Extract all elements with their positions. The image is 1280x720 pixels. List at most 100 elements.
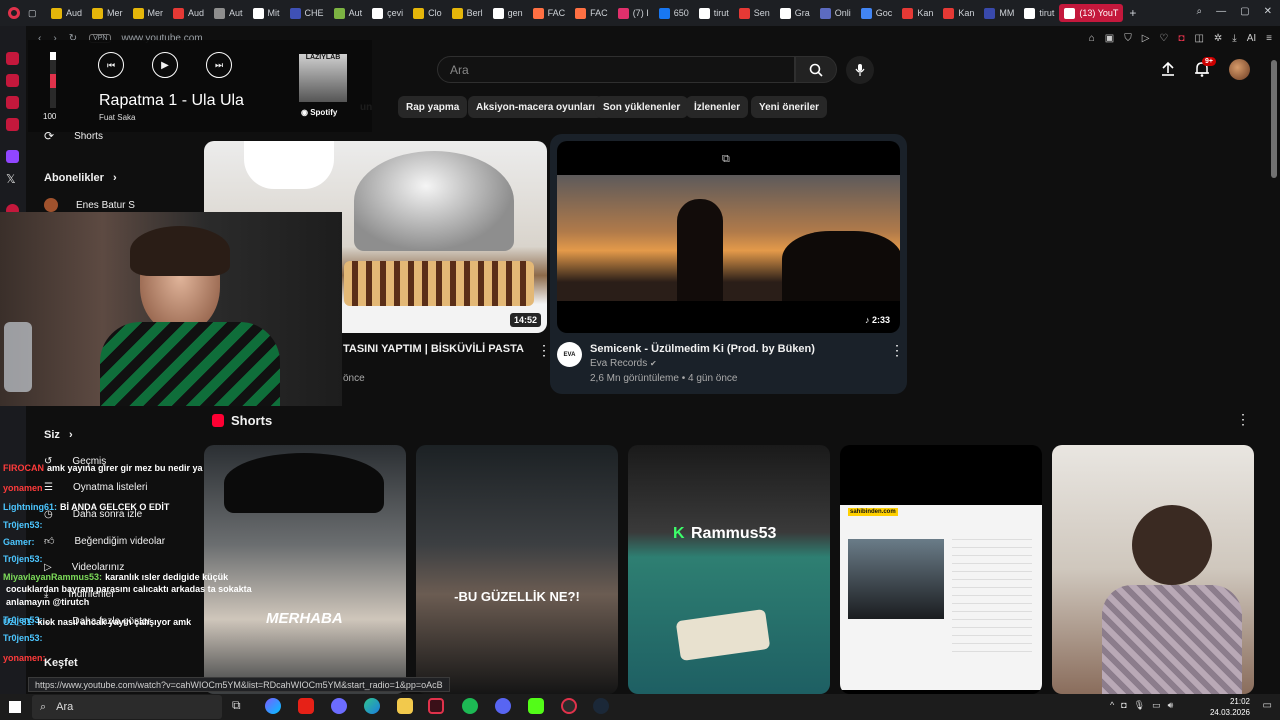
menu-icon[interactable]: ≡ (1266, 33, 1272, 44)
account-avatar[interactable] (1229, 59, 1250, 80)
obs-icon[interactable] (561, 698, 577, 714)
more-options-icon[interactable]: ⋮ (890, 342, 904, 359)
tab[interactable]: CHE (285, 0, 329, 26)
tray-network-icon[interactable]: ▭ (1152, 700, 1161, 711)
taskbar-search-input[interactable]: ⌕ Ara (32, 695, 222, 719)
messenger-icon[interactable] (6, 96, 19, 109)
video-title[interactable]: TASINI YAPTIM | BİSKÜVİLİ PASTA (343, 343, 524, 355)
tab[interactable]: (7) I (613, 0, 654, 26)
short-card[interactable]: sahibinden.com (840, 445, 1042, 694)
sidebar-subscription-item[interactable]: Enes Batur S (44, 198, 135, 212)
discord-icon[interactable] (495, 698, 511, 714)
download-icon[interactable]: ⤓ (1232, 33, 1236, 44)
channel-avatar[interactable]: EVA (557, 342, 582, 367)
task-view-icon[interactable]: ⧉ (232, 698, 248, 714)
next-track-button[interactable]: ⏭ (206, 52, 232, 78)
tab[interactable]: Mer (128, 0, 169, 26)
subscriptions-heading[interactable]: Abonelikler › (44, 172, 117, 184)
tab-menu-icon[interactable]: ▢ (28, 8, 46, 19)
previous-track-button[interactable]: ⏮ (98, 52, 124, 78)
x-twitter-icon[interactable]: 𝕏 (6, 172, 19, 186)
chip-son-yuklenenler[interactable]: Son yüklenenler (595, 96, 689, 118)
sidebar-item-playlists[interactable]: ☰ Oynatma listeleri (44, 482, 147, 493)
kick-icon[interactable] (528, 698, 544, 714)
tab-youtube-active[interactable]: (13) YouT (1059, 4, 1124, 22)
close-window-icon[interactable]: ✕ (1264, 6, 1272, 17)
chip-izlenenler[interactable]: İzlenenler (686, 96, 749, 118)
youtube-app-icon[interactable] (298, 698, 314, 714)
voice-search-button[interactable] (846, 56, 874, 84)
tab[interactable]: tirut (694, 0, 734, 26)
tab[interactable]: Sen (734, 0, 775, 26)
play-button[interactable]: ▶ (152, 52, 178, 78)
volume-bar[interactable] (50, 52, 56, 108)
instagram-icon[interactable] (6, 118, 19, 131)
tab[interactable]: Goc (856, 0, 898, 26)
tab[interactable]: gen (488, 0, 528, 26)
maximize-icon[interactable]: ▢ (1240, 6, 1249, 17)
search-button[interactable] (795, 56, 837, 83)
tab[interactable]: FAC (570, 0, 613, 26)
tab[interactable]: Mit (248, 0, 285, 26)
spotify-taskbar-icon[interactable] (462, 698, 478, 714)
tab[interactable]: tirut (1019, 0, 1059, 26)
you-heading[interactable]: Siz › (44, 429, 73, 441)
copilot-icon[interactable] (265, 698, 281, 714)
tab[interactable]: 650 (654, 0, 694, 26)
tray-app-icon[interactable]: ◘ (1121, 700, 1126, 711)
play-icon[interactable]: ▷ (1142, 33, 1150, 44)
app-icon[interactable] (331, 698, 347, 714)
windows-start-icon[interactable] (9, 701, 21, 713)
search-input[interactable]: Ara (437, 56, 795, 83)
workspace-icon[interactable] (6, 74, 19, 87)
tab[interactable]: Kan (938, 0, 979, 26)
heart-icon[interactable]: ♡ (1159, 33, 1168, 44)
notification-center-icon[interactable]: ▭ (1263, 700, 1272, 711)
notifications-button[interactable]: 9+ (1193, 57, 1216, 83)
short-card[interactable]: -BU GÜZELLİK NE?! (416, 445, 618, 694)
clock[interactable]: 21:02 24.03.2026 (1210, 696, 1250, 718)
new-tab-button[interactable]: + (1129, 6, 1136, 20)
file-explorer-icon[interactable] (397, 698, 413, 714)
video-thumbnail[interactable]: ⧉ ♪ 2:33 (557, 141, 900, 333)
tab[interactable]: FAC (528, 0, 571, 26)
minimize-icon[interactable]: — (1216, 6, 1226, 17)
aria-ai-button[interactable]: AI (1247, 33, 1256, 44)
tab[interactable]: Aud (46, 0, 87, 26)
more-options-icon[interactable]: ⋮ (537, 342, 551, 359)
shelf-more-options-icon[interactable]: ⋮ (1236, 411, 1250, 428)
search-tabs-icon[interactable]: ⌕ (1197, 6, 1203, 17)
tab[interactable]: MM (979, 0, 1019, 26)
tab[interactable]: Mer (87, 0, 128, 26)
tray-mic-icon[interactable]: 🎙︎ (1134, 700, 1145, 711)
short-card[interactable]: K Rammus53 (628, 445, 830, 694)
pocket-icon[interactable]: ◘ (1178, 33, 1184, 44)
tab[interactable]: Onli (815, 0, 856, 26)
chip-rap-yapma[interactable]: Rap yapma (398, 96, 468, 118)
shield-icon[interactable]: ⛉ (1124, 33, 1132, 44)
snapshot-icon[interactable]: ⌂ (1089, 33, 1095, 44)
channel-name-row[interactable]: Eva Records ✔ (590, 358, 657, 369)
scrollbar-thumb[interactable] (1271, 60, 1277, 178)
pip-icon[interactable]: ▣ (1105, 33, 1114, 44)
tab[interactable]: Aut (209, 0, 248, 26)
tray-volume-icon[interactable]: 🔊︎ (1168, 700, 1174, 711)
opera-logo-icon[interactable] (0, 0, 28, 26)
chip-yeni-oneriler[interactable]: Yeni öneriler (751, 96, 828, 118)
sidebar-item-liked-videos[interactable]: 👍︎ Beğendiğim videolar (44, 535, 165, 548)
wallet-icon[interactable]: ◫ (1194, 33, 1203, 44)
edge-icon[interactable] (364, 698, 380, 714)
tab[interactable]: Clo (408, 0, 447, 26)
tab[interactable]: Berl (447, 0, 488, 26)
tab[interactable]: Aut (329, 0, 368, 26)
steam-icon[interactable] (593, 698, 609, 714)
twitch-icon[interactable] (6, 150, 19, 163)
opera-taskbar-icon[interactable] (428, 698, 444, 714)
tab[interactable]: Aud (168, 0, 209, 26)
short-card[interactable] (1052, 445, 1254, 694)
tab[interactable]: Gra (775, 0, 815, 26)
tray-chevron-icon[interactable]: ^ (1110, 700, 1114, 711)
upload-button[interactable] (1160, 61, 1176, 82)
tab[interactable]: çevi (367, 0, 408, 26)
video-title[interactable]: Semicenk - Üzülmedim Ki (Prod. by Büken) (590, 343, 815, 355)
